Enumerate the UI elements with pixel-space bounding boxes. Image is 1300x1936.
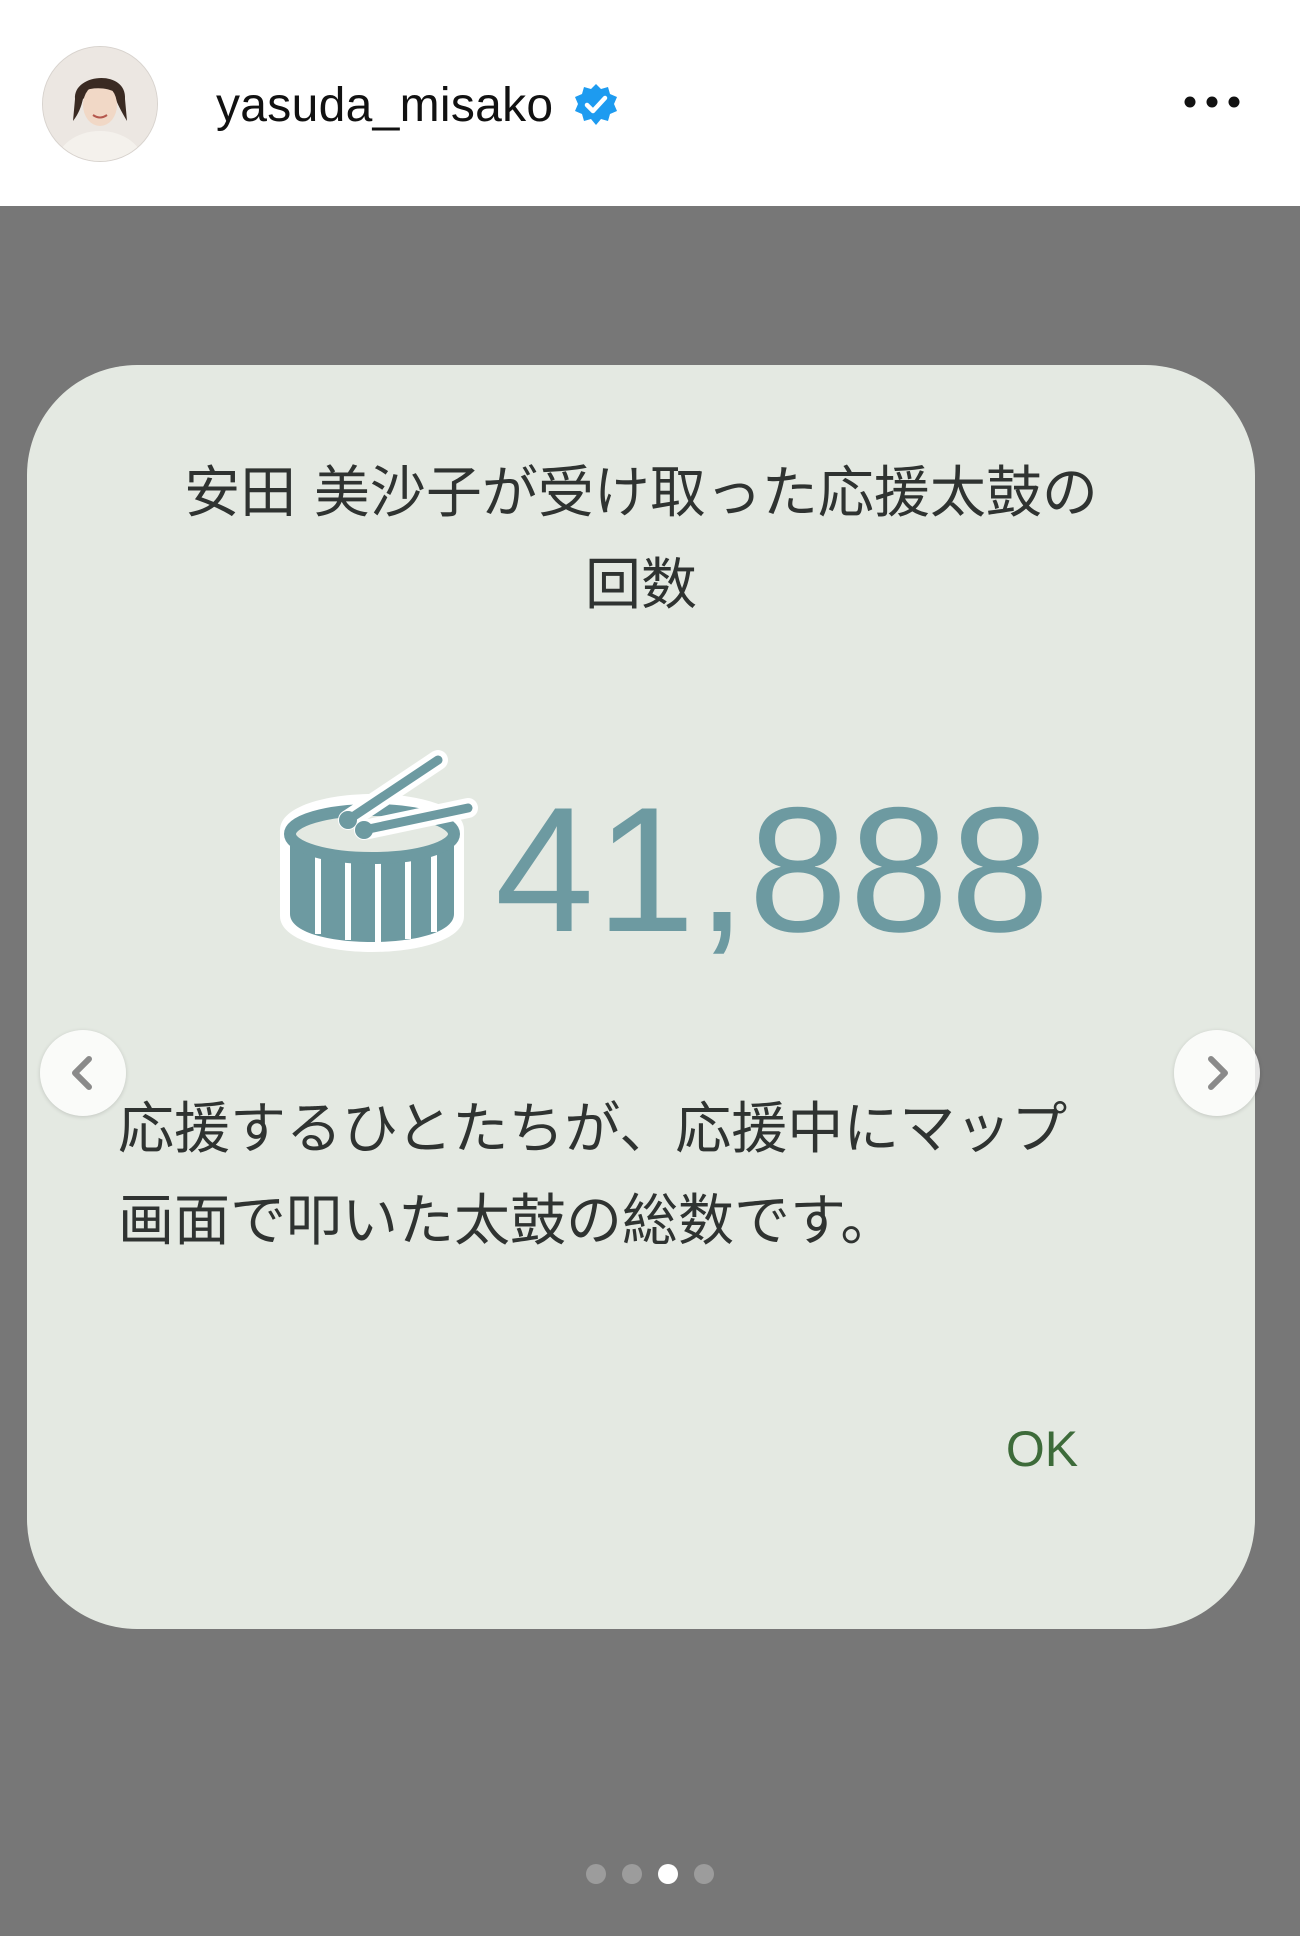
dialog-title: 安田 美沙子が受け取った応援太鼓の 回数	[108, 448, 1174, 632]
avatar-image	[43, 47, 157, 161]
ok-button[interactable]: OK	[984, 1414, 1100, 1484]
chevron-right-icon	[1208, 1056, 1228, 1090]
verified-badge-icon	[575, 84, 617, 125]
profile-avatar[interactable]	[43, 47, 157, 161]
dialog-description-line2: 画面で叩いた太鼓の総数です。	[118, 1189, 897, 1254]
username[interactable]: yasuda_misako	[216, 74, 553, 138]
carousel-dot-1[interactable]	[586, 1864, 606, 1884]
dialog-title-line1: 安田 美沙子が受け取った応援太鼓の	[184, 461, 1098, 526]
carousel-prev-button[interactable]	[40, 1030, 126, 1116]
chevron-left-icon	[72, 1056, 92, 1090]
more-horizontal-icon[interactable]	[1180, 82, 1244, 122]
carousel-dot-3[interactable]	[658, 1864, 678, 1884]
post-header: yasuda_misako	[0, 0, 1300, 206]
dialog-description: 応援するひとたちが、応援中にマップ 画面で叩いた太鼓の総数です。	[118, 1084, 1188, 1268]
carousel-dot-2[interactable]	[622, 1864, 642, 1884]
carousel-dot-4[interactable]	[694, 1864, 714, 1884]
carousel-indicator	[584, 1864, 724, 1886]
dialog-description-line1: 応援するひとたちが、応援中にマップ	[118, 1097, 1068, 1162]
drum-count: 41,888	[495, 770, 1052, 969]
carousel-next-button[interactable]	[1174, 1030, 1260, 1116]
drum-icon	[280, 750, 478, 952]
dialog-title-line2: 回数	[585, 553, 697, 618]
